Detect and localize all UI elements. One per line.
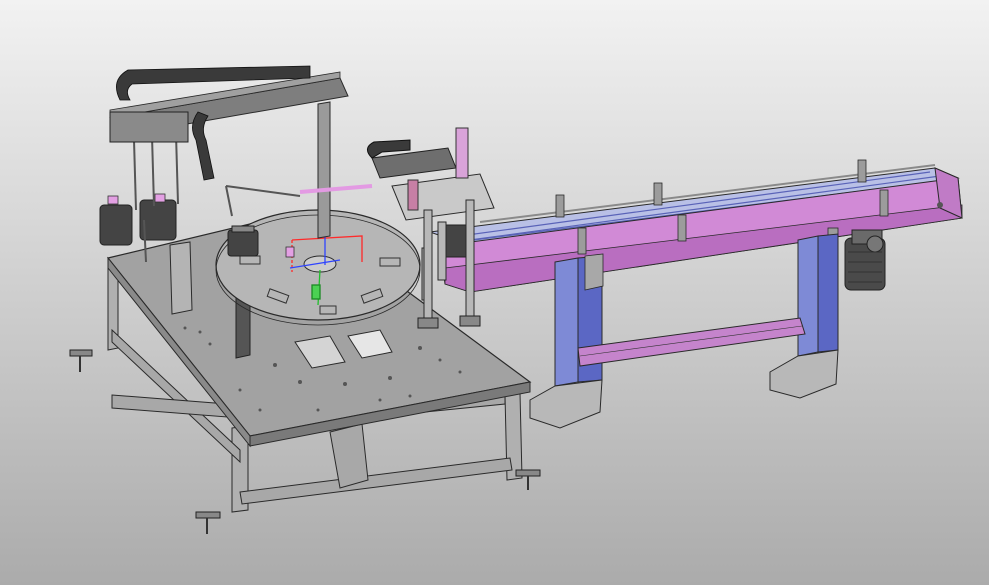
gantry-column <box>317 101 331 239</box>
gantry-carriage <box>109 111 189 143</box>
cad-model-scene[interactable] <box>0 0 989 585</box>
conveyor-cross-beam <box>577 317 806 367</box>
column-gantry-chain <box>371 147 457 179</box>
conveyor-support-leg-right <box>769 233 839 399</box>
end-bolt-icon <box>937 202 943 208</box>
drive-motor[interactable] <box>844 229 886 291</box>
column-gantry-top-plate <box>391 173 495 221</box>
connecting-rod <box>299 184 373 194</box>
cad-viewport[interactable] <box>0 0 989 585</box>
pillar-front-left <box>169 241 193 315</box>
